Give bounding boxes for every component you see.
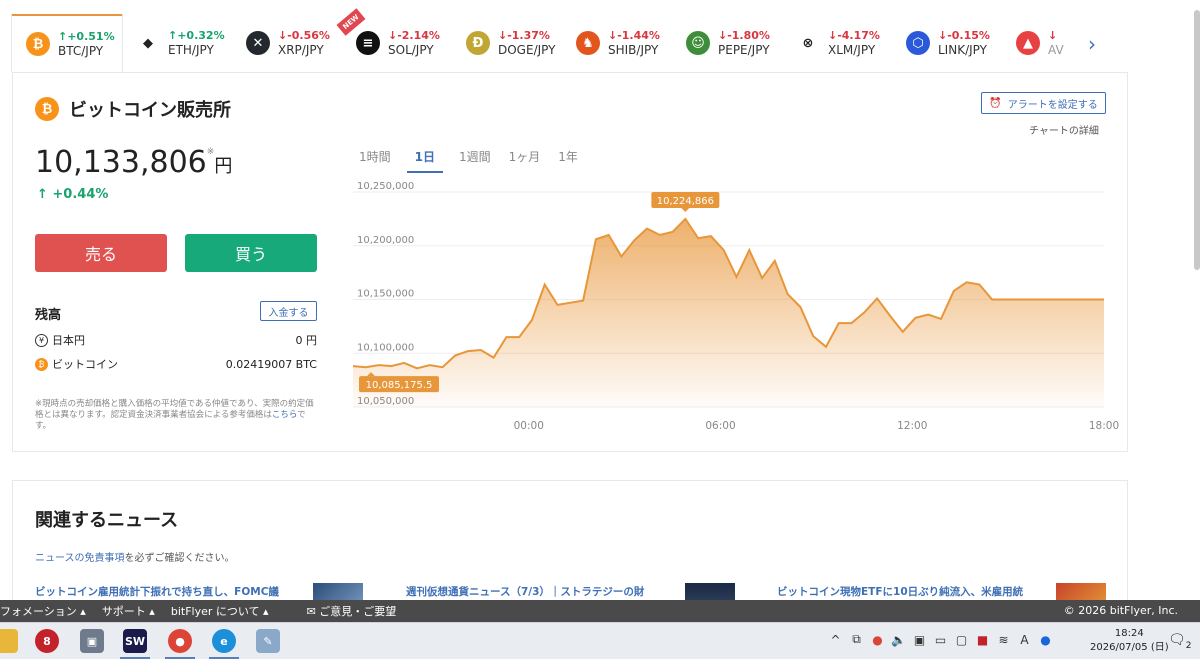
taskbar: 8 ▣ SW ● e ✎ ^ ⧉ ● 🔈 ▣ ▭ ▢ ■ ≋ A ● 18:24… [0,622,1200,659]
sw-app-icon[interactable]: SW [123,629,147,653]
edge-icon[interactable]: e [212,629,236,653]
notification-count: 2 [1185,640,1192,651]
clock-date: 2026/07/05 (日) [1090,642,1169,653]
price-chart: 10,250,000 10,200,000 10,150,000 10,100,000… [352,181,1119,432]
footer-feedback[interactable]: ✉ ご意見・ご要望 [307,603,397,619]
wifi-icon[interactable]: ≋ [996,632,1011,647]
notification-icon[interactable]: 🗨2 [1168,632,1192,651]
chevron-up-icon[interactable]: ^ [828,632,843,647]
meet-icon[interactable]: ⧉ [849,632,864,647]
display-icon[interactable]: ▣ [912,632,927,647]
chart-area [353,219,1104,407]
news-item[interactable]: 週刊仮想通貨ニュース（7/3）｜ストラテジーの財 [406,584,644,599]
battery-icon[interactable]: ▭ [933,632,948,647]
paint-icon[interactable]: ✎ [256,629,280,653]
news-item[interactable]: ビットコイン雇用統計下振れで持ち直し、FOMC議 [35,584,279,599]
app-tray-icon[interactable]: ■ [975,632,990,647]
taskbar-clock[interactable]: 18:24 2026/07/05 (日) [1090,627,1169,655]
news-disclaimer: ニュースの免責事項を必ずご確認ください。 [35,549,235,564]
high-label: 10,224,866 [657,196,714,207]
news-item[interactable]: ビットコイン現物ETFに10日ぶり純流入、米雇用統 [777,584,1023,599]
ime-icon[interactable]: A [1017,632,1032,647]
x-tick-label: 00:00 [514,420,544,432]
news-disclaimer-link[interactable]: ニュースの免責事項 [35,553,125,564]
x-tick-label: 18:00 [1089,420,1119,432]
volume-icon[interactable]: 🔈 [891,632,906,647]
news-card: 関連するニュース ニュースの免責事項を必ずご確認ください。 ビットコイン雇用統計… [12,480,1128,620]
x-tick-label: 12:00 [897,420,927,432]
y-tick-label: 10,250,000 [357,181,414,192]
news-title: 関連するニュース [35,510,179,531]
low-label: 10,085,175.5 [366,380,433,391]
clock-time: 18:24 [1114,628,1144,639]
footer-information[interactable]: フォメーション ▴ [0,603,86,619]
chrome-tray-icon[interactable]: ● [870,632,885,647]
x-tick-label: 06:00 [705,420,735,432]
cloud-icon[interactable]: ● [1038,632,1053,647]
footer-support[interactable]: サポート ▴ [102,603,155,619]
y-tick-label: 10,100,000 [357,342,414,353]
file-explorer-icon[interactable] [0,629,18,653]
photos-icon[interactable]: ▣ [80,629,104,653]
copyright: © 2026 bitFlyer, Inc. [1063,604,1178,617]
news-disclaimer-tail: を必ずご確認ください。 [124,553,235,564]
y-tick-label: 10,150,000 [357,289,414,300]
page-scrollbar[interactable] [1194,10,1200,270]
app-icon-8[interactable]: 8 [35,629,59,653]
system-tray: ^ ⧉ ● 🔈 ▣ ▭ ▢ ■ ≋ A ● [828,632,1053,647]
page: ₿ ↑+0.51% BTC/JPY ◆ ↑+0.32% ETH/JPY ✕ ↓-0.56% XR… [0,0,1200,659]
y-tick-label: 10,200,000 [357,235,414,246]
chrome-icon[interactable]: ● [168,629,192,653]
chat-icon[interactable]: ▢ [954,632,969,647]
footer-about[interactable]: bitFlyer について ▴ [171,603,269,619]
site-footer: フォメーション ▴ サポート ▴ bitFlyer について ▴ ✉ ご意見・ご… [0,600,1200,622]
high-label-pointer [681,208,690,213]
